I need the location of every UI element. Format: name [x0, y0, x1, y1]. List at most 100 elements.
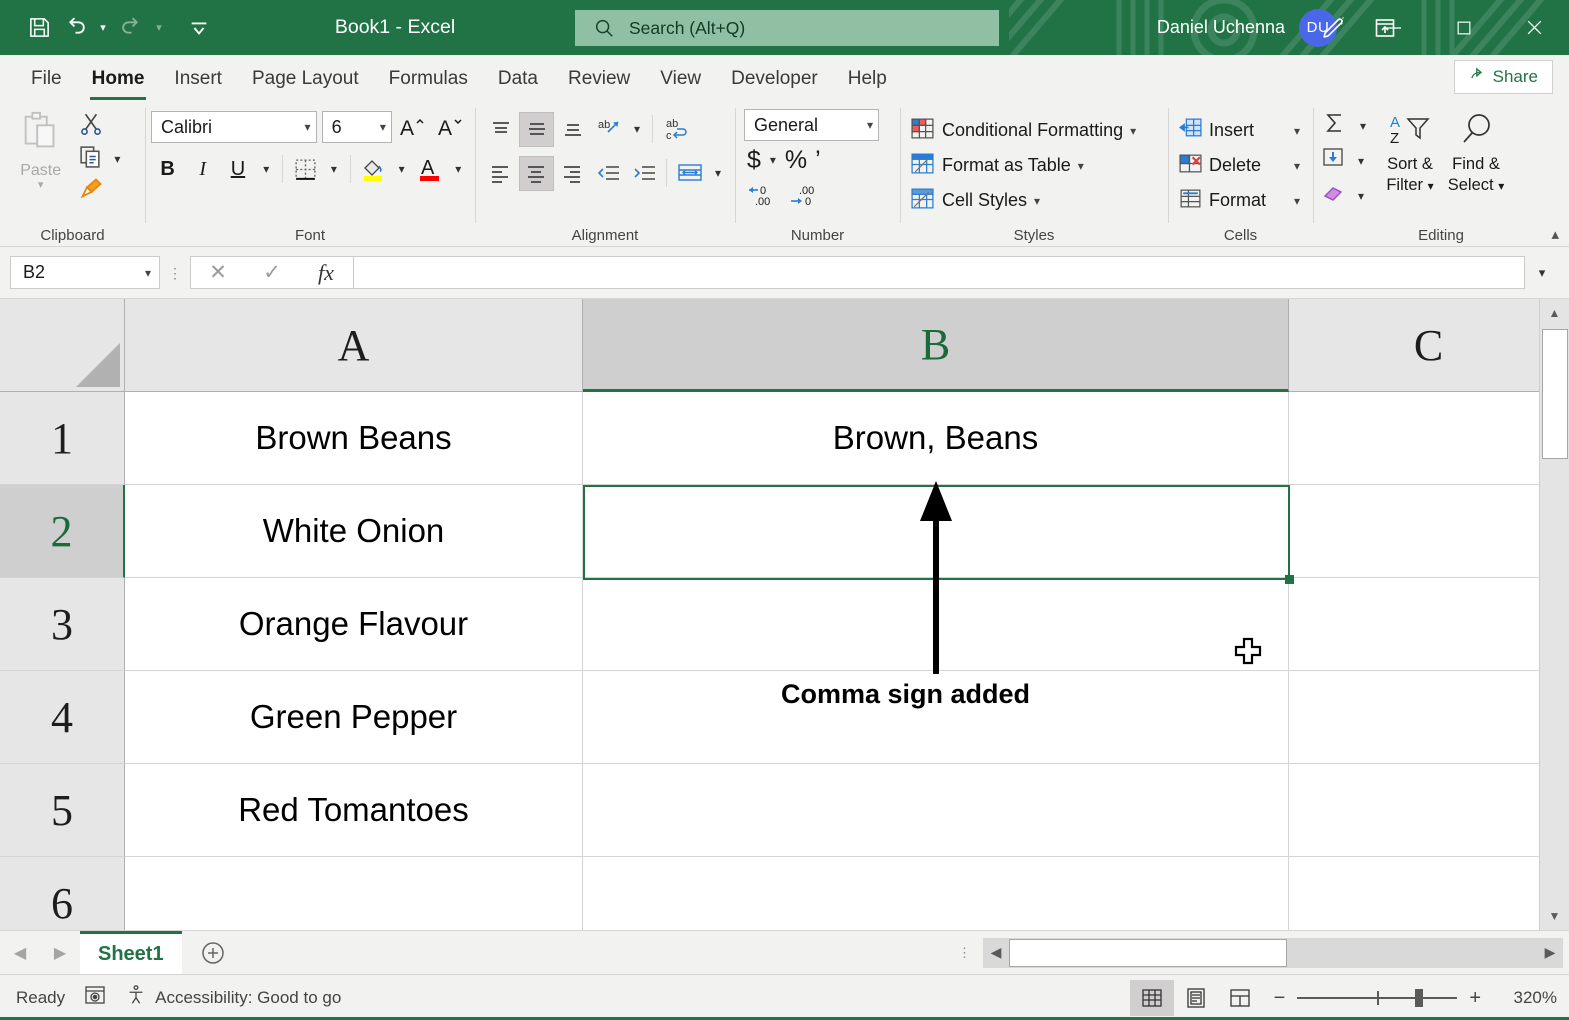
cell-A5[interactable]: Red Tomantoes [125, 764, 583, 857]
format-as-table-button[interactable]: Format as Table ▾ [900, 148, 1161, 183]
insert-function-button[interactable]: fx [299, 257, 353, 288]
tab-home[interactable]: Home [77, 58, 160, 100]
cell-B3[interactable] [583, 578, 1289, 671]
pen-icon[interactable] [1321, 15, 1347, 41]
align-left-button[interactable] [483, 156, 518, 191]
select-all-corner[interactable] [0, 299, 125, 392]
expand-formula-bar-icon[interactable]: ▾ [1525, 265, 1559, 281]
scroll-left-button[interactable]: ◀ [983, 938, 1009, 968]
clear-button[interactable]: ▾ [1321, 179, 1377, 212]
customize-quick-access-icon[interactable] [182, 11, 216, 45]
add-sheet-button[interactable] [182, 931, 244, 974]
cell-C1[interactable] [1289, 392, 1539, 485]
autosum-button[interactable]: ▾ [1321, 109, 1377, 142]
cell-B6[interactable] [583, 857, 1289, 930]
confirm-entry-button[interactable]: ✓ [245, 257, 299, 288]
row-header-5[interactable]: 5 [0, 764, 125, 857]
search-box[interactable]: Search (Alt+Q) [575, 10, 999, 46]
merge-dropdown-icon[interactable]: ▾ [708, 156, 728, 190]
font-color-dropdown-icon[interactable]: ▾ [449, 152, 469, 186]
collapse-ribbon-icon[interactable]: ▴ [1551, 225, 1559, 243]
zoom-slider-thumb[interactable] [1415, 989, 1423, 1007]
zoom-out-button[interactable]: − [1274, 987, 1286, 1010]
autosum-dropdown-icon[interactable]: ▾ [1353, 109, 1373, 143]
borders-dropdown-icon[interactable]: ▾ [324, 152, 344, 186]
tab-page-layout[interactable]: Page Layout [237, 58, 374, 100]
name-box[interactable]: B2 ▾ [10, 256, 160, 289]
fill-color-dropdown-icon[interactable]: ▾ [392, 152, 412, 186]
save-icon[interactable] [22, 11, 56, 45]
scroll-down-button[interactable]: ▼ [1541, 902, 1569, 930]
fill-color-button[interactable] [357, 152, 390, 186]
row-header-2[interactable]: 2 [0, 485, 125, 578]
redo-icon[interactable] [114, 11, 148, 45]
vertical-scroll-thumb[interactable] [1542, 329, 1568, 459]
cancel-entry-button[interactable]: ✕ [191, 257, 245, 288]
cell-A4[interactable]: Green Pepper [125, 671, 583, 764]
zoom-slider[interactable] [1297, 988, 1457, 1008]
tab-data[interactable]: Data [483, 58, 553, 100]
row-header-1[interactable]: 1 [0, 392, 125, 485]
top-align-button[interactable] [483, 112, 518, 147]
tab-view[interactable]: View [645, 58, 716, 100]
row-header-6[interactable]: 6 [0, 857, 125, 930]
cell-styles-button[interactable]: Cell Styles ▾ [900, 183, 1161, 218]
middle-align-button[interactable] [519, 112, 554, 147]
grid[interactable]: A B C 1 2 3 4 5 6 Brown Beans Brown, Bea… [0, 299, 1539, 930]
page-layout-view-button[interactable] [1174, 980, 1218, 1016]
cell-C4[interactable] [1289, 671, 1539, 764]
font-color-button[interactable]: A [413, 152, 446, 186]
tab-help[interactable]: Help [833, 58, 902, 100]
cell-C2[interactable] [1289, 485, 1539, 578]
horizontal-scroll-thumb[interactable] [1009, 939, 1287, 967]
align-right-button[interactable] [555, 156, 590, 191]
cell-A6[interactable] [125, 857, 583, 930]
insert-cells-button[interactable]: Insert ▾ [1168, 113, 1306, 148]
decrease-decimal-icon[interactable]: .00 0 [787, 182, 821, 213]
italic-button[interactable]: I [186, 152, 219, 186]
cell-B1[interactable]: Brown, Beans [583, 392, 1289, 485]
number-format-combo[interactable]: General ▾ [744, 109, 879, 141]
tab-formulas[interactable]: Formulas [374, 58, 483, 100]
tab-review[interactable]: Review [553, 58, 645, 100]
sheet-tab-sheet1[interactable]: Sheet1 [80, 931, 182, 974]
tab-file[interactable]: File [16, 58, 77, 100]
copy-button[interactable]: ▾ [74, 143, 138, 174]
zoom-in-button[interactable]: + [1469, 987, 1481, 1010]
fill-dropdown-icon[interactable]: ▾ [1351, 144, 1371, 178]
orientation-dropdown-icon[interactable]: ▾ [627, 112, 647, 146]
comma-style-icon[interactable]: ’ [815, 146, 821, 175]
format-cells-button[interactable]: Format ▾ [1168, 183, 1306, 218]
clear-dropdown-icon[interactable]: ▾ [1351, 179, 1371, 213]
next-sheet-icon[interactable]: ▶ [54, 943, 66, 963]
record-macro-icon[interactable] [83, 983, 107, 1012]
normal-view-button[interactable] [1130, 980, 1174, 1016]
column-header-B[interactable]: B [583, 299, 1289, 392]
column-header-C[interactable]: C [1289, 299, 1539, 392]
vertical-scrollbar[interactable]: ▲ ▼ [1539, 299, 1569, 930]
paste-dropdown-icon[interactable]: ▾ [38, 180, 44, 190]
decrease-indent-button[interactable] [591, 156, 626, 191]
row-header-4[interactable]: 4 [0, 671, 125, 764]
fill-button[interactable]: ▾ [1321, 144, 1377, 177]
underline-button[interactable]: U [221, 152, 254, 186]
fill-handle[interactable] [1285, 575, 1294, 584]
page-break-preview-button[interactable] [1218, 980, 1262, 1016]
close-button[interactable] [1499, 0, 1569, 55]
percent-style-icon[interactable]: % [785, 146, 807, 175]
copy-dropdown-icon[interactable]: ▾ [107, 142, 127, 176]
wrap-text-button[interactable]: ab c [658, 112, 693, 147]
zoom-level[interactable]: 320% [1493, 988, 1557, 1008]
maximize-button[interactable] [1429, 0, 1499, 55]
font-name-combo[interactable]: Calibri ▾ [151, 111, 317, 143]
merge-and-center-button[interactable] [672, 156, 707, 191]
cell-A3[interactable]: Orange Flavour [125, 578, 583, 671]
cell-A1[interactable]: Brown Beans [125, 392, 583, 485]
decrease-font-size-icon[interactable]: A [435, 110, 468, 144]
sort-and-filter-button[interactable]: A Z Sort & Filter ▾ [1377, 107, 1443, 223]
cell-A2[interactable]: White Onion [125, 485, 583, 578]
bottom-align-button[interactable] [555, 112, 590, 147]
row-header-3[interactable]: 3 [0, 578, 125, 671]
minimize-button[interactable] [1359, 0, 1429, 55]
cell-B5[interactable] [583, 764, 1289, 857]
